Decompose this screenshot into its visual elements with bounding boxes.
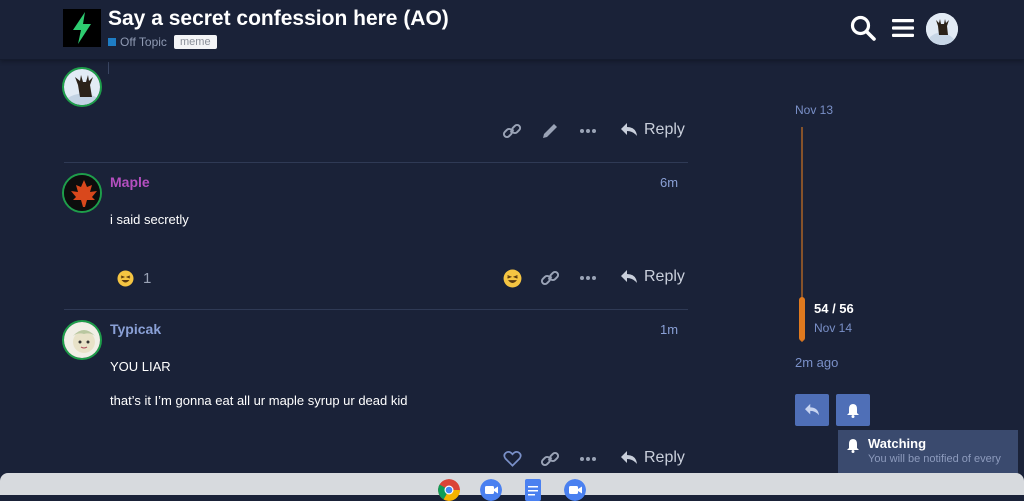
hamburger-menu-icon[interactable] — [889, 14, 917, 42]
timeline-reply-button[interactable] — [795, 394, 829, 426]
reply-button[interactable]: Reply — [620, 449, 685, 467]
bell-icon — [847, 439, 859, 453]
more-options-icon[interactable] — [579, 452, 597, 466]
category-color-square — [108, 38, 116, 46]
reply-arrow-icon — [621, 123, 637, 136]
post-body-line: that’s it I’m gonna eat all ur maple syr… — [110, 393, 408, 408]
post-body-line: YOU LIAR — [110, 359, 171, 374]
tag-meme[interactable]: meme — [174, 35, 217, 49]
reply-label: Reply — [644, 449, 685, 466]
os-taskbar — [0, 473, 1024, 501]
site-header: Say a secret confession here (AO) Off To… — [0, 0, 1024, 60]
notification-level-description: You will be notified of every — [868, 453, 1001, 465]
reply-arrow-icon — [805, 403, 819, 416]
laughing-emoji-icon — [117, 270, 134, 287]
reply-label: Reply — [644, 268, 685, 285]
reply-label: Reply — [644, 121, 685, 138]
docs-icon[interactable] — [522, 479, 544, 501]
reply-button[interactable]: Reply — [620, 268, 685, 286]
post-author-name[interactable]: Maple — [110, 174, 150, 190]
edit-pencil-icon[interactable] — [540, 121, 560, 141]
post-connector-line — [108, 62, 109, 74]
video-call-icon[interactable] — [564, 479, 586, 501]
post-time[interactable]: 1m — [660, 322, 678, 337]
reply-button[interactable]: Reply — [620, 121, 685, 139]
more-options-icon[interactable] — [579, 124, 597, 138]
topic-title[interactable]: Say a secret confession here (AO) — [108, 7, 449, 31]
category-badge[interactable]: Off Topic — [108, 35, 167, 49]
character-avatar-icon — [64, 322, 100, 358]
video-call-icon[interactable] — [480, 479, 502, 501]
post-avatar-maple[interactable] — [62, 173, 102, 213]
timeline-start-date[interactable]: Nov 13 — [795, 103, 833, 117]
user-avatar[interactable] — [926, 13, 958, 45]
lightning-icon — [73, 12, 91, 44]
reply-arrow-icon — [621, 270, 637, 283]
timeline-current-date: Nov 14 — [814, 321, 853, 335]
reply-arrow-icon — [621, 451, 637, 464]
heart-like-icon[interactable] — [503, 450, 522, 468]
timeline-scroll-handle[interactable] — [799, 297, 805, 341]
timeline-post-position: 54 / 56 — [814, 301, 854, 316]
laughing-reaction-icon[interactable] — [503, 269, 522, 288]
post-divider — [64, 309, 688, 310]
post-time[interactable]: 6m — [660, 175, 678, 190]
reaction-summary[interactable] — [117, 270, 134, 292]
notification-level-button[interactable] — [836, 394, 870, 426]
category-label: Off Topic — [120, 35, 167, 49]
more-options-icon[interactable] — [579, 271, 597, 285]
post-avatar-typicak[interactable] — [62, 320, 102, 360]
post-body-line: i said secretly — [110, 212, 189, 227]
moose-avatar-icon — [64, 69, 100, 105]
post-avatar-previous[interactable] — [62, 67, 102, 107]
chrome-icon[interactable] — [438, 479, 460, 501]
moose-avatar-icon — [926, 13, 958, 45]
site-logo[interactable] — [63, 9, 101, 47]
timeline-last-activity[interactable]: 2m ago — [795, 355, 838, 370]
maple-leaf-avatar-icon — [64, 175, 100, 211]
link-icon[interactable] — [540, 449, 560, 469]
search-icon[interactable] — [849, 14, 877, 42]
link-icon[interactable] — [502, 121, 522, 141]
reaction-count: 1 — [143, 270, 152, 287]
post-divider — [64, 162, 688, 163]
link-icon[interactable] — [540, 268, 560, 288]
bell-icon — [847, 403, 859, 418]
post-author-name[interactable]: Typicak — [110, 321, 161, 337]
notification-level-label: Watching — [868, 436, 927, 451]
